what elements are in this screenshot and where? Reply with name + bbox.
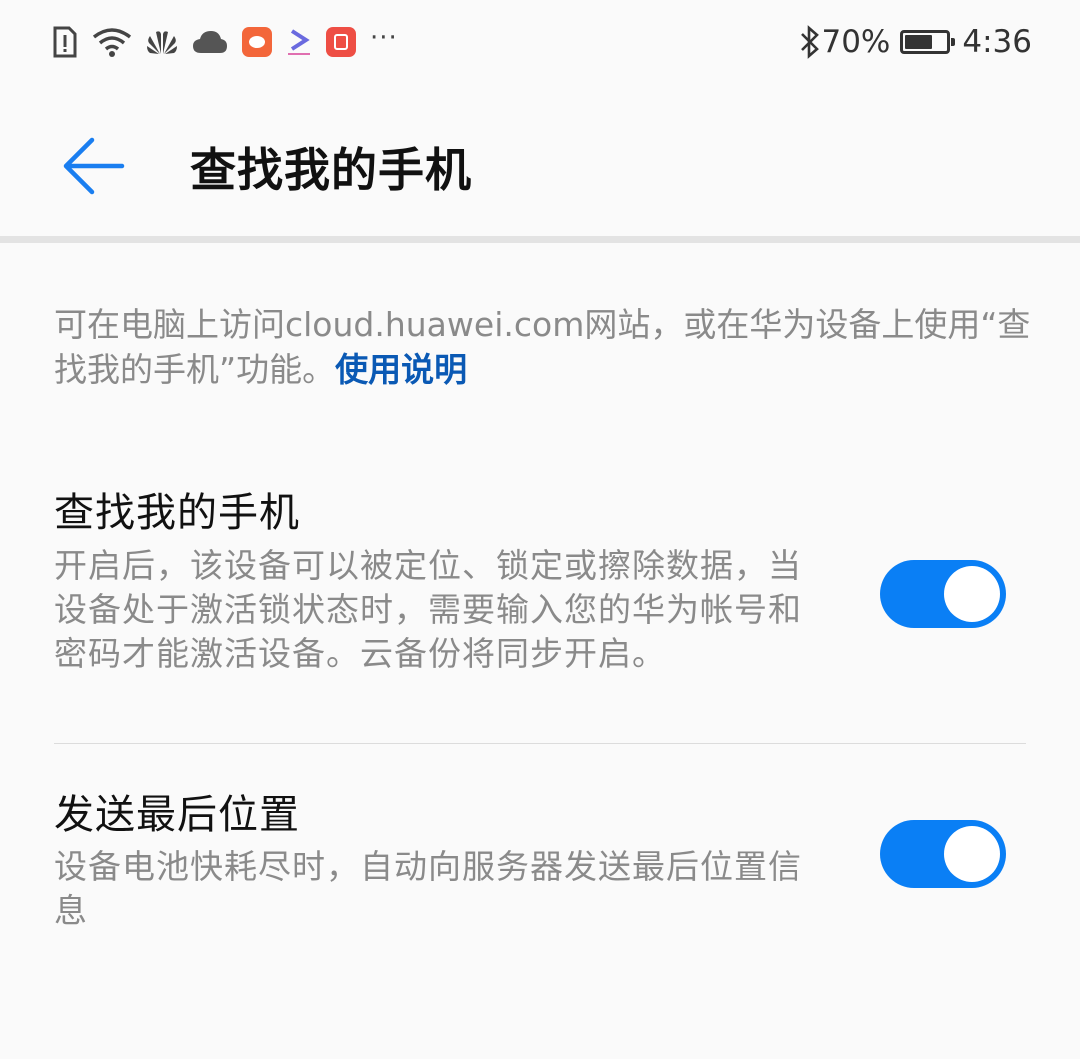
setting-description: 设备电池快耗尽时，自动向服务器发送最后位置信息 [54, 847, 802, 930]
huawei-logo-icon [147, 31, 177, 54]
intro-text: 可在电脑上访问cloud.huawei.com网站，或在华为设备上使用“查找我的… [54, 302, 1034, 392]
battery-percent: 70% [821, 24, 891, 60]
more-icon: ··· [370, 23, 398, 53]
back-button[interactable] [52, 124, 136, 208]
system-status: 70% 4:36 [799, 20, 1032, 64]
find-my-phone-toggle[interactable] [880, 560, 1006, 628]
header-divider [0, 236, 1080, 243]
video-app-icon [288, 29, 310, 55]
toggle-knob [944, 826, 1000, 882]
sim-alert-icon [53, 26, 77, 58]
toggle-knob [944, 566, 1000, 622]
setting-title: 查找我的手机 [54, 490, 300, 536]
bluetooth-icon [801, 25, 820, 59]
notification-icons: ··· [52, 22, 412, 62]
intro-body: 可在电脑上访问cloud.huawei.com网站，或在华为设备上使用“查找我的… [54, 305, 1031, 389]
row-divider [54, 743, 1026, 744]
jd-app-icon [326, 27, 356, 57]
weibo-app-icon [242, 27, 272, 57]
status-bar: ··· 70% 4:36 [0, 0, 1080, 84]
wifi-icon [92, 28, 132, 57]
cloud-icon [193, 31, 227, 53]
clock: 4:36 [962, 24, 1032, 60]
page-title: 查找我的手机 [190, 143, 472, 197]
app-bar: 查找我的手机 [0, 84, 1080, 240]
setting-title: 发送最后位置 [54, 792, 300, 838]
setting-description: 开启后，该设备可以被定位、锁定或擦除数据，当设备处于激活锁状态时，需要输入您的华… [54, 546, 802, 673]
send-last-location-toggle[interactable] [880, 820, 1006, 888]
arrow-left-icon [63, 137, 125, 195]
usage-instructions-link[interactable]: 使用说明 [335, 350, 467, 389]
battery-icon [900, 30, 956, 54]
battery-level-fill [905, 35, 933, 49]
